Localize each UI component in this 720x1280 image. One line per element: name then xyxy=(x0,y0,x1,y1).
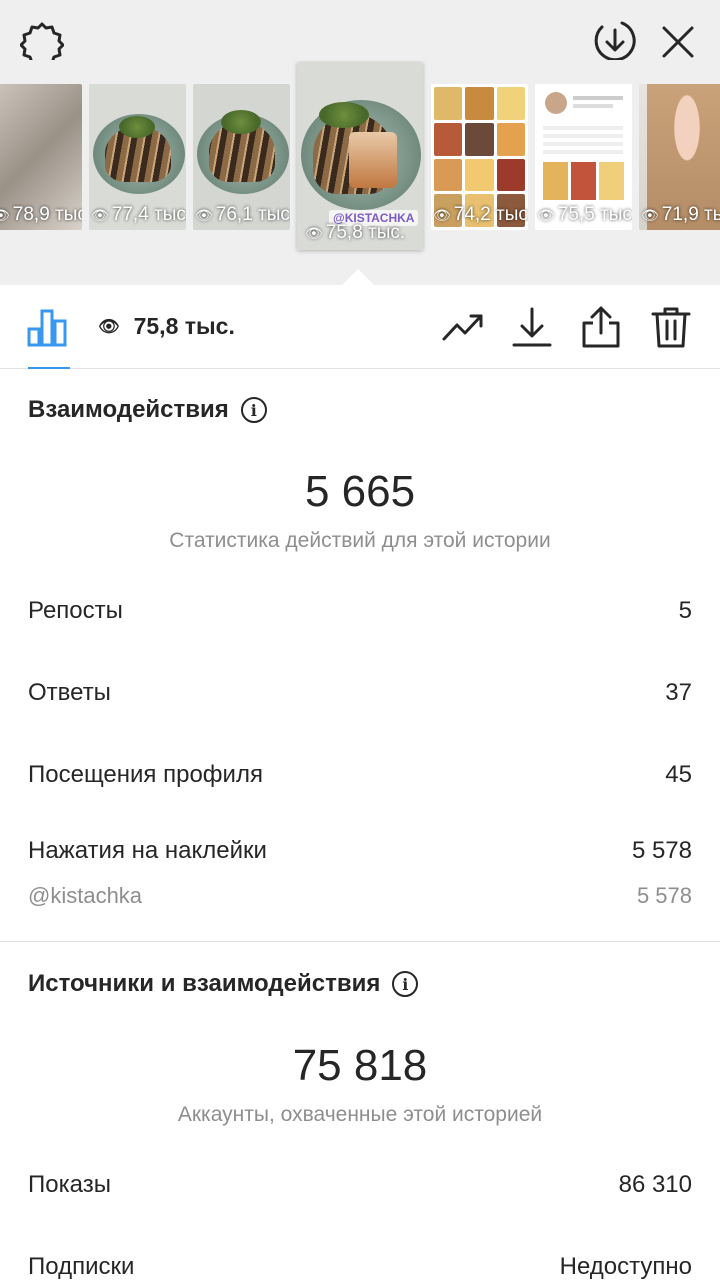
story-thumbnail-selected[interactable]: @KISTACHKA 👁 75,8 тыс. xyxy=(297,62,423,250)
discovery-title-text: Источники и взаимодействия xyxy=(28,970,381,997)
sticker-mention-label[interactable]: @kistachka xyxy=(28,883,142,909)
thumbnail-view-count: 👁71,9 тыс. xyxy=(641,204,720,225)
download-circle-icon[interactable] xyxy=(592,18,638,64)
stat-value: 5 578 xyxy=(636,883,692,908)
delete-trash-icon[interactable] xyxy=(649,305,693,349)
story-thumbnail[interactable]: 👁 76,1 тыс. xyxy=(193,84,290,230)
eye-icon: 👁 xyxy=(305,224,323,241)
info-icon[interactable]: i xyxy=(392,971,419,997)
discovery-total: 75 818 xyxy=(292,1041,428,1090)
settings-gear-icon[interactable] xyxy=(20,20,64,64)
stat-label: Репосты xyxy=(28,597,123,624)
eye-icon: 👁 xyxy=(641,206,659,223)
thumbnail-view-count: 👁 74,2 тыс. xyxy=(433,204,528,225)
interactions-total: 5 665 xyxy=(304,467,416,516)
active-tab-indicator xyxy=(28,367,70,369)
download-icon[interactable] xyxy=(510,305,554,349)
stat-row-replies: Ответы 37 xyxy=(28,679,692,707)
interactions-subtitle: Статистика действий для этой истории xyxy=(169,529,551,552)
story-view-count-value: 75,8 тыс. xyxy=(133,313,235,339)
story-thumbnail[interactable]: 👁71,9 тыс. xyxy=(639,84,720,230)
thumbnail-view-count: 👁 75,5 тыс. xyxy=(537,204,632,225)
stat-value: Недоступно xyxy=(559,1253,692,1280)
close-icon[interactable] xyxy=(656,20,700,64)
share-icon[interactable] xyxy=(579,305,623,349)
stat-label: Посещения профиля xyxy=(28,761,263,788)
stat-row-sticker-mention: @kistachka 5 578 xyxy=(28,883,692,909)
eye-icon: 👁 xyxy=(537,206,555,223)
thumbnail-view-count: 👁 75,8 тыс. xyxy=(305,222,406,243)
story-thumbnail[interactable]: 👁 77,4 тыс. xyxy=(89,84,186,230)
stat-value: 45 xyxy=(665,761,692,788)
eye-icon: 👁 xyxy=(0,206,10,223)
story-thumbnail[interactable]: 👁 75,5 тыс. xyxy=(535,84,632,230)
eye-icon: 👁 xyxy=(433,206,451,223)
stat-value: 5 xyxy=(678,597,692,624)
story-view-count: 👁 75,8 тыс. xyxy=(98,313,235,340)
insights-bar-chart-icon[interactable] xyxy=(26,307,70,347)
selected-pointer xyxy=(340,269,376,285)
interactions-section-title: Взаимодействия i xyxy=(28,396,267,424)
eye-icon: 👁 xyxy=(98,316,120,336)
story-thumbnail[interactable]: 👁 74,2 тыс. xyxy=(431,84,528,230)
eye-icon: 👁 xyxy=(195,206,213,223)
thumbnail-view-count: 👁 77,4 тыс. xyxy=(91,204,186,225)
discovery-subtitle: Аккаунты, охваченные этой историей xyxy=(177,1103,543,1126)
stat-label: Подписки xyxy=(28,1253,135,1280)
discovery-section-title: Источники и взаимодействия i xyxy=(28,970,419,998)
stat-row-reposts: Репосты 5 xyxy=(28,597,692,625)
section-divider xyxy=(0,941,720,942)
interactions-title-text: Взаимодействия xyxy=(28,396,229,423)
stat-row-follows: Подписки Недоступно xyxy=(28,1253,692,1280)
eye-icon: 👁 xyxy=(91,206,109,223)
thumbnail-view-count: 👁 76,1 тыс. xyxy=(195,204,290,225)
stat-label: Ответы xyxy=(28,679,111,706)
story-thumbnail[interactable]: 👁78,9 тыс. xyxy=(0,84,82,230)
stat-value: 5 578 xyxy=(631,837,692,864)
stat-row-impressions: Показы 86 310 xyxy=(28,1171,692,1199)
stat-row-sticker-taps: Нажатия на наклейки 5 578 xyxy=(28,837,692,865)
stat-label: Нажатия на наклейки xyxy=(28,837,267,864)
stat-value: 86 310 xyxy=(618,1171,692,1198)
promote-trend-icon[interactable] xyxy=(441,305,485,349)
thumbnail-view-count: 👁78,9 тыс. xyxy=(0,204,82,226)
info-icon[interactable]: i xyxy=(240,397,267,423)
stat-row-profile-visits: Посещения профиля 45 xyxy=(28,761,692,789)
stat-value: 37 xyxy=(665,679,692,706)
story-thumbnail-strip[interactable]: 👁78,9 тыс. 👁77,4 тыс. 👁76,1 тыс. @KISTAC… xyxy=(0,60,720,285)
stat-label: Показы xyxy=(28,1171,111,1198)
story-action-bar: 👁 75,8 тыс. xyxy=(0,285,720,369)
